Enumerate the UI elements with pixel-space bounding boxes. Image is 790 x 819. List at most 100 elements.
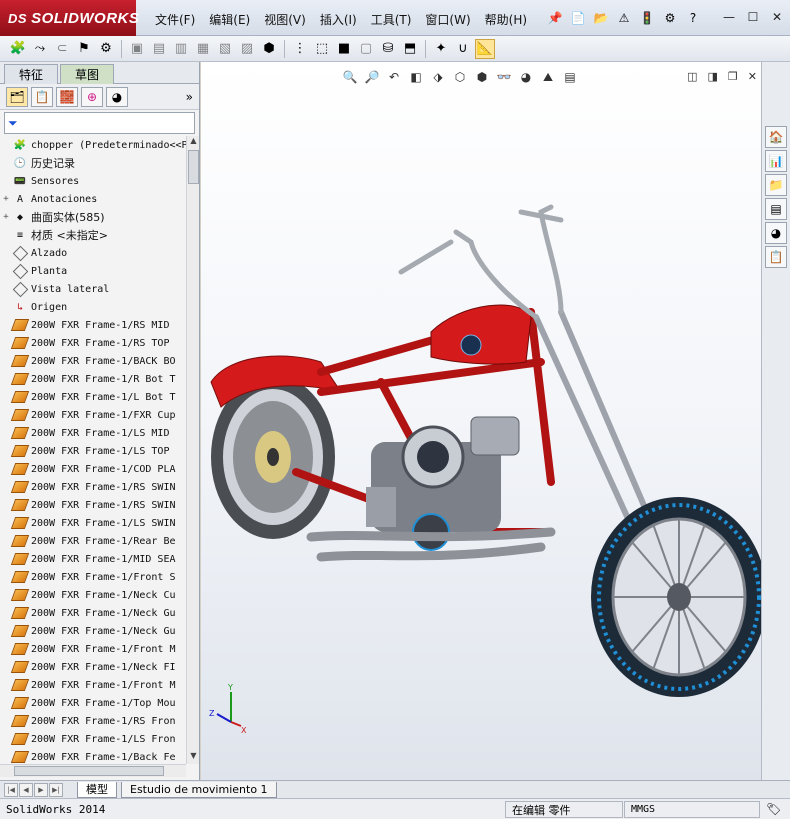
menu-edit[interactable]: 编辑(E) <box>202 9 257 30</box>
mate-icon[interactable]: ⊂ <box>52 39 72 59</box>
sketch-ruler-icon[interactable]: 📐 <box>475 38 495 59</box>
menu-help[interactable]: 帮助(H) <box>478 9 534 30</box>
tree-item[interactable]: 200W FXR Frame-1/R Bot T <box>0 370 186 388</box>
edit-component-icon[interactable]: 🧩 <box>8 39 28 59</box>
clearance-icon[interactable]: ⬒ <box>400 39 420 59</box>
tree-horizontal-scrollbar[interactable] <box>0 764 186 777</box>
tree-item[interactable]: 200W FXR Frame-1/Top Mou <box>0 694 186 712</box>
view-palette-icon[interactable]: ▤ <box>765 198 787 220</box>
rotate-component-icon[interactable]: ▤ <box>149 39 169 59</box>
tree-item[interactable]: 200W FXR Frame-1/MID SEA <box>0 550 186 568</box>
tree-item[interactable]: Alzado <box>0 244 186 262</box>
maximize-icon[interactable]: ☐ <box>744 8 762 26</box>
menu-view[interactable]: 视图(V) <box>257 9 313 30</box>
tree-item[interactable]: + ◆ 曲面实体(585) <box>0 208 186 226</box>
assembly-features-icon[interactable]: ▦ <box>193 39 213 59</box>
tag-icon[interactable]: 🏷 <box>766 802 781 816</box>
curve-icon[interactable]: ∪ <box>453 39 473 59</box>
tree-item[interactable]: Vista lateral <box>0 280 186 298</box>
insert-components-icon[interactable]: ⤳ <box>30 39 50 59</box>
tree-item[interactable]: 200W FXR Frame-1/LS MID <box>0 424 186 442</box>
menu-tools[interactable]: 工具(T) <box>364 9 419 30</box>
tree-item[interactable]: 200W FXR Frame-1/RS SWIN <box>0 496 186 514</box>
tree-item[interactable]: 200W FXR Frame-1/COD PLA <box>0 460 186 478</box>
component-pattern-icon[interactable]: ⚑ <box>74 39 94 59</box>
expand-toggle-icon[interactable]: + <box>0 212 12 222</box>
magic-wand-icon[interactable]: ✦ <box>431 39 451 59</box>
green-box-icon[interactable]: ■ <box>334 39 354 59</box>
next-tab-icon[interactable]: ▶ <box>34 782 48 797</box>
minimize-icon[interactable]: — <box>720 8 738 26</box>
instant3d-icon[interactable]: ⬚ <box>312 39 332 59</box>
file-explorer-icon[interactable]: 📁 <box>765 174 787 196</box>
smart-fasteners-icon[interactable]: ⚙ <box>96 39 116 59</box>
status-units[interactable]: MMGS <box>624 801 760 818</box>
tree-item[interactable]: 🧩 chopper (Predeterminado<<Pr <box>0 136 186 154</box>
traffic-light-icon[interactable]: 🚦 <box>637 8 657 28</box>
new-document-icon[interactable]: 📄 <box>568 8 588 28</box>
scroll-up-icon[interactable]: ▲ <box>187 136 200 149</box>
tree-item[interactable]: 200W FXR Frame-1/RS MID <box>0 316 186 334</box>
close-icon[interactable]: ✕ <box>768 8 786 26</box>
bill-of-materials-icon[interactable]: ⬢ <box>259 39 279 59</box>
open-folder-icon[interactable]: 📂 <box>591 8 611 28</box>
home-icon[interactable]: 🏠 <box>765 126 787 148</box>
pin-icon[interactable]: 📌 <box>545 8 565 28</box>
panel-more-chevron[interactable]: » <box>186 90 193 104</box>
reference-geometry-icon[interactable]: ▧ <box>215 39 235 59</box>
tree-vertical-scrollbar[interactable]: ▲ ▼ <box>186 136 199 764</box>
property-manager-icon[interactable]: 📋 <box>31 86 53 107</box>
show-hidden-icon[interactable]: ▥ <box>171 39 191 59</box>
prev-tab-icon[interactable]: ◀ <box>19 782 33 797</box>
tab-model[interactable]: 模型 <box>77 781 117 798</box>
tree-item[interactable]: 200W FXR Frame-1/RS TOP <box>0 334 186 352</box>
tree-item[interactable]: 200W FXR Frame-1/L Bot T <box>0 388 186 406</box>
tree-item[interactable]: 200W FXR Frame-1/LS TOP <box>0 442 186 460</box>
last-tab-icon[interactable]: ▶| <box>49 782 63 797</box>
motorcycle-model[interactable] <box>201 62 761 780</box>
tree-item[interactable]: 200W FXR Frame-1/RS Fron <box>0 712 186 730</box>
tree-item[interactable]: ≡ 材质 <未指定> <box>0 226 186 244</box>
tree-item[interactable]: 🕒 历史记录 <box>0 154 186 172</box>
feature-manager-icon[interactable]: 🗂 <box>6 86 28 107</box>
tree-item[interactable]: 200W FXR Frame-1/Neck FI <box>0 658 186 676</box>
tree-item[interactable]: ↳ Origen <box>0 298 186 316</box>
tree-item[interactable]: 200W FXR Frame-1/Neck Gu <box>0 622 186 640</box>
custom-properties-icon[interactable]: 📋 <box>765 246 787 268</box>
dimxpert-icon[interactable]: ⊕ <box>81 86 103 107</box>
move-component-icon[interactable]: ▣ <box>127 39 147 59</box>
first-tab-icon[interactable]: |◀ <box>4 782 18 797</box>
graphics-area[interactable]: 🔍 🔎 ↶ ◧ ⬗ ⬡ ⬢ 👓 ◕ ⛰ ▤ ◫ ◨ ❐ ✕ Y Z X <box>201 62 761 780</box>
help-question-icon[interactable]: ? <box>683 8 703 28</box>
rebuild-warning-icon[interactable]: ⚠ <box>614 8 634 28</box>
tree-item[interactable]: 200W FXR Frame-1/Neck Cu <box>0 586 186 604</box>
interference-icon[interactable]: ▢ <box>356 39 376 59</box>
tree-item[interactable]: 200W FXR Frame-1/Neck Gu <box>0 604 186 622</box>
scroll-thumb[interactable] <box>188 150 199 184</box>
tree-item[interactable]: 200W FXR Frame-1/Front M <box>0 640 186 658</box>
cylinder-icon[interactable]: ⛁ <box>378 39 398 59</box>
expand-toggle-icon[interactable]: + <box>0 194 12 204</box>
solidworks-logo[interactable]: DS SOLIDWORKS <box>0 0 139 36</box>
appearances-icon[interactable]: ◕ <box>765 222 787 244</box>
tree-item[interactable]: + A Anotaciones <box>0 190 186 208</box>
tree-item[interactable]: 📟 Sensores <box>0 172 186 190</box>
tree-item[interactable]: Planta <box>0 262 186 280</box>
configuration-manager-icon[interactable]: 🧱 <box>56 86 78 107</box>
tab-sketch[interactable]: 草图 <box>60 64 115 84</box>
scroll-down-icon[interactable]: ▼ <box>187 751 200 764</box>
tab-motion-study[interactable]: Estudio de movimiento 1 <box>121 781 277 798</box>
new-motion-study-icon[interactable]: ▨ <box>237 39 257 59</box>
options-gear-icon[interactable]: ⚙ <box>660 8 680 28</box>
display-manager-icon[interactable]: ◕ <box>106 86 128 107</box>
tree-item[interactable]: 200W FXR Frame-1/LS Fron <box>0 730 186 748</box>
tree-item[interactable]: 200W FXR Frame-1/Rear Be <box>0 532 186 550</box>
tree-filter-input[interactable]: ⏷ <box>4 112 195 134</box>
exploded-view-icon[interactable]: ⋮ <box>290 39 310 59</box>
menu-file[interactable]: 文件(F) <box>148 9 202 30</box>
tree-item[interactable]: 200W FXR Frame-1/Front M <box>0 676 186 694</box>
hscroll-thumb[interactable] <box>14 766 164 776</box>
tree-item[interactable]: 200W FXR Frame-1/Back Fe <box>0 748 186 764</box>
design-library-icon[interactable]: 📊 <box>765 150 787 172</box>
tab-features[interactable]: 特征 <box>4 64 59 84</box>
